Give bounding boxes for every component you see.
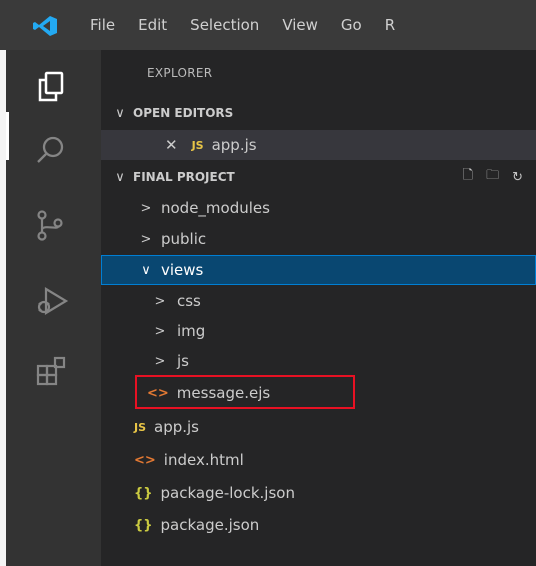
vscode-logo-icon <box>33 16 57 36</box>
tree-item-label: index.html <box>163 451 244 469</box>
tree-item-package-json[interactable]: {} package.json <box>101 510 536 540</box>
tree-item-img[interactable]: > img <box>101 316 536 346</box>
chevron-right-icon: > <box>154 323 166 339</box>
tree-item-js[interactable]: > js <box>101 346 536 376</box>
title-bar: File Edit Selection View Go R <box>0 0 536 50</box>
json-file-icon: {} <box>134 517 153 533</box>
refresh-icon[interactable]: ↻ <box>512 170 523 185</box>
explorer-icon[interactable] <box>6 62 101 112</box>
search-icon[interactable] <box>6 125 101 175</box>
open-editor-label: app.js <box>211 136 257 154</box>
tree-item-app-js[interactable]: JS app.js <box>101 412 536 442</box>
tree-item-label: package.json <box>160 516 260 534</box>
extensions-icon[interactable] <box>6 347 101 397</box>
tree-item-index-html[interactable]: <> index.html <box>101 445 536 475</box>
chevron-right-icon: > <box>140 231 152 247</box>
explorer-title: EXPLORER <box>147 66 213 80</box>
tree-item-label: views <box>161 261 204 279</box>
menu-selection[interactable]: Selection <box>190 16 259 34</box>
run-debug-icon[interactable] <box>6 275 101 325</box>
json-file-icon: {} <box>134 485 153 501</box>
new-folder-icon[interactable]: 🗀 <box>486 166 499 188</box>
tree-item-node-modules[interactable]: > node_modules <box>101 193 536 223</box>
close-icon[interactable]: ✕ <box>165 136 178 154</box>
project-actions: 🗋 🗀 ↻ <box>463 162 536 192</box>
chevron-down-icon: ∨ <box>141 262 151 278</box>
menu-run[interactable]: R <box>385 16 395 34</box>
chevron-down-icon: ∨ <box>115 105 125 121</box>
source-control-icon[interactable] <box>6 201 101 251</box>
menu-go[interactable]: Go <box>341 16 362 34</box>
js-file-icon: JS <box>134 420 147 434</box>
chevron-right-icon: > <box>154 353 166 369</box>
menu-edit[interactable]: Edit <box>138 16 167 34</box>
explorer-sidebar: EXPLORER ∨ OPEN EDITORS ✕ JS app.js ∨ FI… <box>101 50 536 566</box>
project-title: FINAL PROJECT <box>133 170 235 184</box>
chevron-right-icon: > <box>154 293 166 309</box>
menu-view[interactable]: View <box>282 16 318 34</box>
tree-item-label: css <box>177 292 201 310</box>
tree-item-label: package-lock.json <box>160 484 295 502</box>
chevron-down-icon: ∨ <box>115 169 125 185</box>
tree-item-label: js <box>177 352 189 370</box>
open-editor-item[interactable]: ✕ JS app.js <box>101 130 536 160</box>
tree-item-label: app.js <box>154 418 200 436</box>
tree-item-package-lock-json[interactable]: {} package-lock.json <box>101 478 536 508</box>
chevron-right-icon: > <box>140 200 152 216</box>
open-editors-header[interactable]: ∨ OPEN EDITORS <box>101 98 536 128</box>
open-editors-title: OPEN EDITORS <box>133 106 234 120</box>
project-header[interactable]: ∨ FINAL PROJECT 🗋 🗀 ↻ <box>101 162 536 192</box>
menu-file[interactable]: File <box>90 16 115 34</box>
tree-item-views[interactable]: ∨ views <box>101 255 536 285</box>
activity-bar <box>6 50 101 566</box>
js-file-icon: JS <box>191 138 204 152</box>
tree-item-public[interactable]: > public <box>101 224 536 254</box>
tree-item-label: node_modules <box>161 199 270 217</box>
vscode-window: File Edit Selection View Go R EXPLORER ∨… <box>0 0 536 566</box>
highlight-box <box>135 375 355 409</box>
html-file-icon: <> <box>134 452 156 468</box>
tree-item-label: public <box>161 230 207 248</box>
menu-bar: File Edit Selection View Go R <box>90 0 418 50</box>
new-file-icon[interactable]: 🗋 <box>463 166 473 188</box>
tree-item-css[interactable]: > css <box>101 286 536 316</box>
tree-item-label: img <box>177 322 206 340</box>
